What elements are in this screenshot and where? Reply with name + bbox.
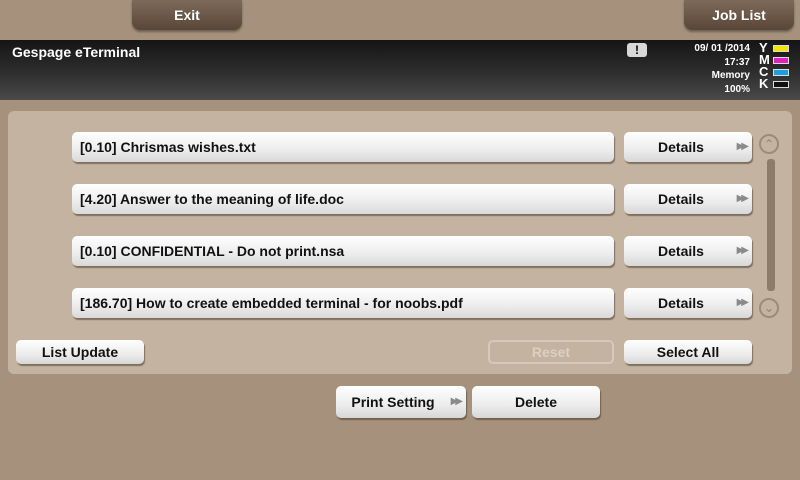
select-all-button[interactable]: Select All bbox=[624, 340, 752, 364]
date-text: 09/ 01 /2014 bbox=[694, 43, 750, 54]
delete-label: Delete bbox=[514, 394, 558, 410]
job-row[interactable]: [4.20] Answer to the meaning of life.doc bbox=[72, 184, 614, 214]
job-row[interactable]: [0.10] CONFIDENTIAL - Do not print.nsa bbox=[72, 236, 614, 266]
delete-button[interactable]: Delete bbox=[472, 386, 600, 418]
select-all-label: Select All bbox=[656, 344, 720, 360]
job-title: [4.20] Answer to the meaning of life.doc bbox=[80, 191, 344, 207]
toner-black: K bbox=[759, 76, 789, 91]
status-bar: Gespage eTerminal ! 09/ 01 /2014 17:37 M… bbox=[0, 40, 800, 100]
app-title: Gespage eTerminal bbox=[12, 44, 141, 60]
exit-button[interactable]: Exit bbox=[132, 0, 242, 30]
reset-button[interactable]: Reset bbox=[488, 340, 614, 364]
details-label: Details bbox=[658, 295, 704, 311]
job-list-button[interactable]: Job List bbox=[684, 0, 794, 30]
details-button[interactable]: Details ▶▶ bbox=[624, 132, 752, 162]
job-title: [0.10] Chrismas wishes.txt bbox=[80, 139, 256, 155]
scroll-down-icon[interactable]: ⌄ bbox=[759, 298, 779, 318]
details-label: Details bbox=[658, 243, 704, 259]
time-text: 17:37 bbox=[724, 56, 750, 68]
toner-black-icon bbox=[773, 80, 789, 88]
job-list-label: Job List bbox=[712, 7, 766, 23]
details-button[interactable]: Details ▶▶ bbox=[624, 288, 752, 318]
toner-cyan-icon bbox=[773, 68, 789, 76]
toner-levels: Y M C K bbox=[759, 41, 789, 91]
toner-magenta-icon bbox=[773, 56, 789, 64]
double-arrow-right-icon: ▶▶ bbox=[736, 245, 750, 256]
exit-label: Exit bbox=[174, 7, 200, 23]
job-row[interactable]: [186.70] How to create embedded terminal… bbox=[72, 288, 614, 318]
job-title: [0.10] CONFIDENTIAL - Do not print.nsa bbox=[80, 243, 345, 259]
list-update-label: List Update bbox=[41, 344, 119, 360]
scroll-up-icon[interactable]: ⌃ bbox=[759, 134, 779, 154]
print-setting-button[interactable]: Print Setting ▶▶ bbox=[336, 386, 466, 418]
details-label: Details bbox=[658, 191, 704, 207]
alert-icon[interactable]: ! bbox=[627, 43, 647, 57]
memory-value: 100% bbox=[724, 83, 750, 95]
memory-label: Memory bbox=[711, 70, 750, 81]
details-button[interactable]: Details ▶▶ bbox=[624, 236, 752, 266]
details-button[interactable]: Details ▶▶ bbox=[624, 184, 752, 214]
details-label: Details bbox=[658, 139, 704, 155]
toner-yellow-icon bbox=[773, 44, 789, 52]
print-setting-label: Print Setting bbox=[351, 394, 435, 410]
double-arrow-right-icon: ▶▶ bbox=[736, 141, 750, 152]
list-update-button[interactable]: List Update bbox=[16, 340, 144, 364]
device-status: 09/ 01 /2014 17:37 Memory 100% bbox=[694, 42, 750, 96]
toner-letter: K bbox=[759, 76, 769, 91]
job-row[interactable]: [0.10] Chrismas wishes.txt bbox=[72, 132, 614, 162]
double-arrow-right-icon: ▶▶ bbox=[736, 297, 750, 308]
job-list-panel: [0.10] Chrismas wishes.txt Details ▶▶ [4… bbox=[8, 111, 792, 374]
job-title: [186.70] How to create embedded terminal… bbox=[80, 295, 463, 311]
scrollbar-track[interactable] bbox=[767, 159, 775, 291]
double-arrow-right-icon: ▶▶ bbox=[450, 396, 464, 407]
reset-label: Reset bbox=[531, 344, 571, 360]
double-arrow-right-icon: ▶▶ bbox=[736, 193, 750, 204]
